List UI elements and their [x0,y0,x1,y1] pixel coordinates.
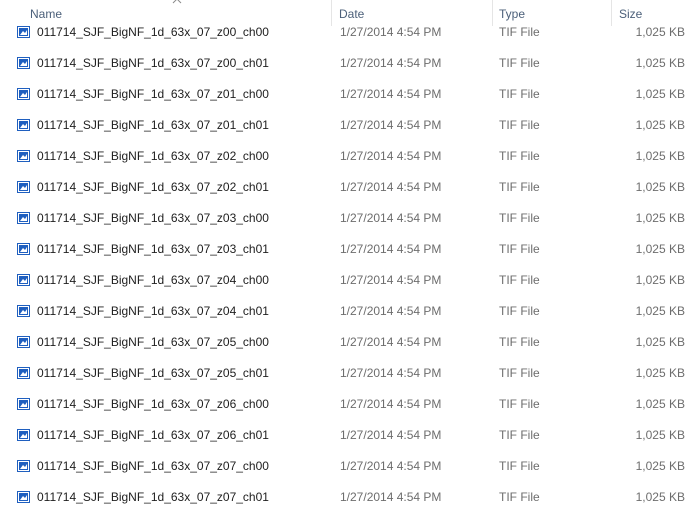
file-row[interactable]: 011714_SJF_BigNF_1d_63x_07_z04_ch00 1/27/… [0,265,693,296]
file-date: 1/27/2014 4:54 PM [340,211,442,225]
file-name: 011714_SJF_BigNF_1d_63x_07_z05_ch01 [37,366,269,380]
file-date: 1/27/2014 4:54 PM [340,149,442,163]
sort-ascending-icon [172,0,182,4]
file-date: 1/27/2014 4:54 PM [340,180,442,194]
tif-image-icon [17,119,30,131]
file-name: 011714_SJF_BigNF_1d_63x_07_z04_ch00 [37,273,269,287]
tif-image-icon [17,57,30,69]
file-type: TIF File [499,459,540,473]
file-date: 1/27/2014 4:54 PM [340,335,442,349]
file-name: 011714_SJF_BigNF_1d_63x_07_z06_ch00 [37,397,269,411]
file-type: TIF File [499,304,540,318]
file-type: TIF File [499,25,540,39]
tif-image-icon [17,367,30,379]
file-date: 1/27/2014 4:54 PM [340,397,442,411]
file-date: 1/27/2014 4:54 PM [340,459,442,473]
file-type: TIF File [499,428,540,442]
file-name: 011714_SJF_BigNF_1d_63x_07_z04_ch01 [37,304,269,318]
tif-image-icon [17,181,30,193]
file-size: 1,025 KB [635,428,685,442]
file-size: 1,025 KB [635,242,685,256]
file-size: 1,025 KB [635,273,685,287]
file-date: 1/27/2014 4:54 PM [340,366,442,380]
file-name: 011714_SJF_BigNF_1d_63x_07_z01_ch00 [37,87,269,101]
file-row[interactable]: 011714_SJF_BigNF_1d_63x_07_z03_ch00 1/27/… [0,203,693,234]
file-row[interactable]: 011714_SJF_BigNF_1d_63x_07_z00_ch00 1/27/… [0,17,693,48]
file-size: 1,025 KB [635,397,685,411]
file-type: TIF File [499,366,540,380]
tif-image-icon [17,150,30,162]
file-name: 011714_SJF_BigNF_1d_63x_07_z01_ch01 [37,118,269,132]
file-size: 1,025 KB [635,118,685,132]
file-list: 011714_SJF_BigNF_1d_63x_07_z00_ch00 1/27/… [0,17,693,513]
file-row[interactable]: 011714_SJF_BigNF_1d_63x_07_z05_ch01 1/27/… [0,358,693,389]
file-row[interactable]: 011714_SJF_BigNF_1d_63x_07_z04_ch01 1/27/… [0,296,693,327]
file-name: 011714_SJF_BigNF_1d_63x_07_z03_ch01 [37,242,269,256]
file-name: 011714_SJF_BigNF_1d_63x_07_z00_ch01 [37,56,269,70]
file-date: 1/27/2014 4:54 PM [340,242,442,256]
file-row[interactable]: 011714_SJF_BigNF_1d_63x_07_z01_ch01 1/27/… [0,110,693,141]
file-type: TIF File [499,118,540,132]
file-size: 1,025 KB [635,335,685,349]
file-size: 1,025 KB [635,25,685,39]
file-type: TIF File [499,273,540,287]
file-row[interactable]: 011714_SJF_BigNF_1d_63x_07_z06_ch01 1/27/… [0,420,693,451]
file-size: 1,025 KB [635,87,685,101]
tif-image-icon [17,274,30,286]
file-row[interactable]: 011714_SJF_BigNF_1d_63x_07_z06_ch00 1/27/… [0,389,693,420]
file-row[interactable]: 011714_SJF_BigNF_1d_63x_07_z00_ch01 1/27/… [0,48,693,79]
file-row[interactable]: 011714_SJF_BigNF_1d_63x_07_z07_ch01 1/27/… [0,482,693,513]
file-type: TIF File [499,335,540,349]
file-name: 011714_SJF_BigNF_1d_63x_07_z02_ch01 [37,180,269,194]
file-type: TIF File [499,242,540,256]
tif-image-icon [17,243,30,255]
tif-image-icon [17,491,30,503]
file-date: 1/27/2014 4:54 PM [340,56,442,70]
file-type: TIF File [499,490,540,504]
file-name: 011714_SJF_BigNF_1d_63x_07_z07_ch01 [37,490,269,504]
file-size: 1,025 KB [635,304,685,318]
file-row[interactable]: 011714_SJF_BigNF_1d_63x_07_z02_ch01 1/27/… [0,172,693,203]
file-name: 011714_SJF_BigNF_1d_63x_07_z05_ch00 [37,335,269,349]
file-date: 1/27/2014 4:54 PM [340,273,442,287]
tif-image-icon [17,26,30,38]
file-name: 011714_SJF_BigNF_1d_63x_07_z03_ch00 [37,211,269,225]
file-date: 1/27/2014 4:54 PM [340,304,442,318]
tif-image-icon [17,336,30,348]
file-row[interactable]: 011714_SJF_BigNF_1d_63x_07_z07_ch00 1/27/… [0,451,693,482]
file-size: 1,025 KB [635,459,685,473]
file-date: 1/27/2014 4:54 PM [340,118,442,132]
file-size: 1,025 KB [635,149,685,163]
file-row[interactable]: 011714_SJF_BigNF_1d_63x_07_z05_ch00 1/27/… [0,327,693,358]
tif-image-icon [17,460,30,472]
tif-image-icon [17,305,30,317]
file-type: TIF File [499,56,540,70]
file-size: 1,025 KB [635,180,685,194]
file-type: TIF File [499,180,540,194]
file-size: 1,025 KB [635,490,685,504]
tif-image-icon [17,429,30,441]
file-type: TIF File [499,87,540,101]
file-type: TIF File [499,149,540,163]
tif-image-icon [17,212,30,224]
file-size: 1,025 KB [635,366,685,380]
file-row[interactable]: 011714_SJF_BigNF_1d_63x_07_z02_ch00 1/27/… [0,141,693,172]
tif-image-icon [17,398,30,410]
file-name: 011714_SJF_BigNF_1d_63x_07_z02_ch00 [37,149,269,163]
file-type: TIF File [499,211,540,225]
file-size: 1,025 KB [635,211,685,225]
file-type: TIF File [499,397,540,411]
file-name: 011714_SJF_BigNF_1d_63x_07_z07_ch00 [37,459,269,473]
file-date: 1/27/2014 4:54 PM [340,428,442,442]
file-name: 011714_SJF_BigNF_1d_63x_07_z00_ch00 [37,25,269,39]
file-size: 1,025 KB [635,56,685,70]
file-date: 1/27/2014 4:54 PM [340,87,442,101]
file-row[interactable]: 011714_SJF_BigNF_1d_63x_07_z03_ch01 1/27/… [0,234,693,265]
tif-image-icon [17,88,30,100]
file-row[interactable]: 011714_SJF_BigNF_1d_63x_07_z01_ch00 1/27/… [0,79,693,110]
file-date: 1/27/2014 4:54 PM [340,25,442,39]
file-date: 1/27/2014 4:54 PM [340,490,442,504]
file-name: 011714_SJF_BigNF_1d_63x_07_z06_ch01 [37,428,269,442]
